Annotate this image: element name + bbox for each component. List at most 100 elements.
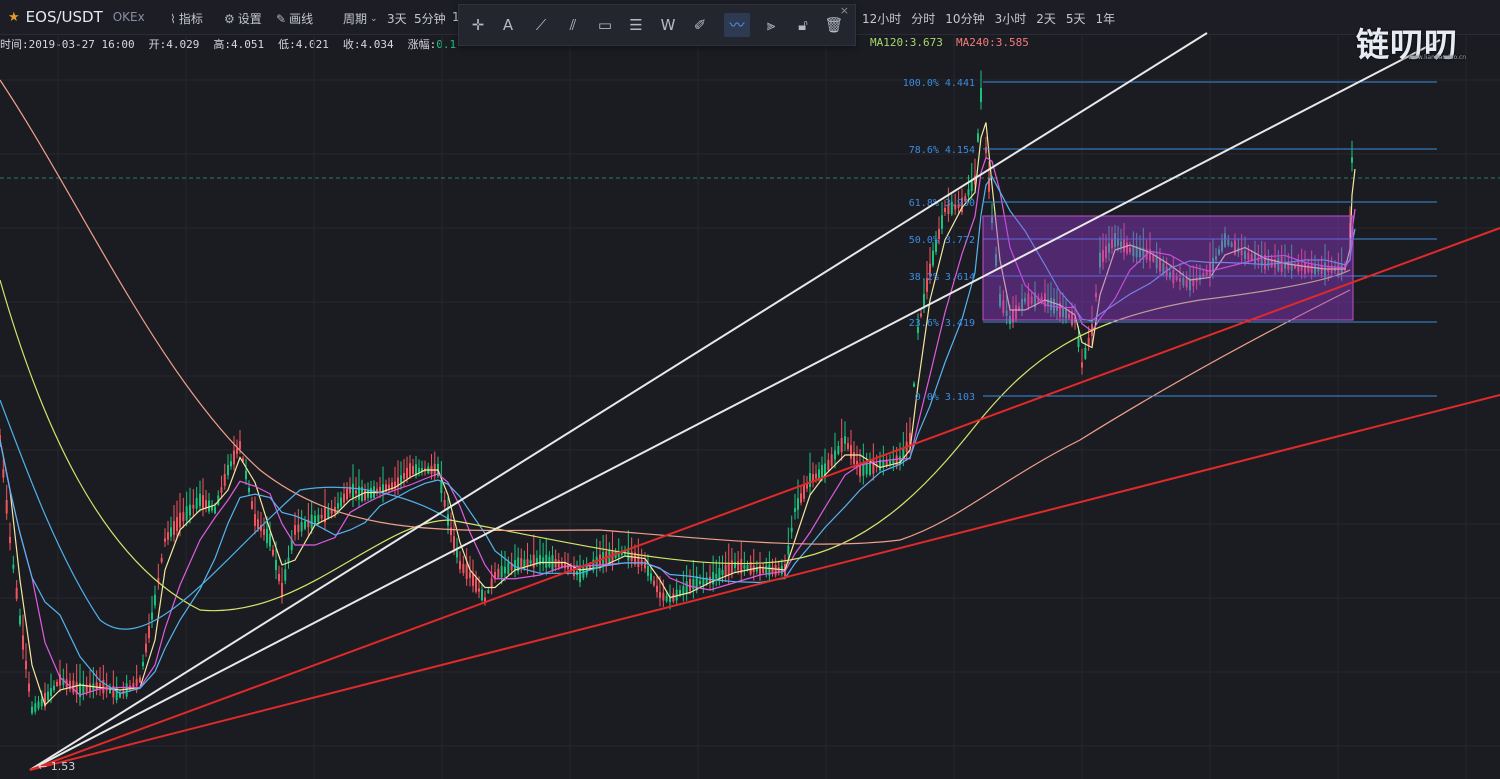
candle-body: [809, 473, 811, 487]
candle-body: [310, 514, 313, 529]
candle-body: [251, 501, 253, 509]
candle-body: [585, 565, 588, 575]
candle-body: [254, 514, 256, 526]
candle-body: [352, 483, 354, 499]
candle-body: [1087, 337, 1090, 346]
candle-body: [284, 569, 287, 581]
candle-body: [889, 460, 891, 465]
close-icon[interactable]: ×: [840, 4, 849, 17]
candle-body: [665, 595, 668, 602]
candle-body: [56, 681, 58, 687]
candle-body: [724, 564, 727, 577]
candle-body: [294, 525, 296, 535]
candle-body: [830, 454, 833, 466]
candle-body: [478, 588, 480, 592]
candle-body: [355, 490, 357, 494]
candle-body: [734, 561, 736, 569]
fib-level-label: 38.2% 3.614: [909, 272, 975, 283]
price-chart[interactable]: 100.0% 4.44178.6% 4.15461.8% 3.93050.0% …: [0, 0, 1500, 779]
measure-tool-icon[interactable]: ⫸: [758, 13, 784, 37]
candle-body: [179, 512, 181, 528]
fib-level-label: 23.6% 3.419: [909, 318, 975, 329]
candle-body: [500, 565, 503, 578]
candle-body: [19, 615, 21, 625]
watermark-logo: 链叨叨 www.liandaodao.cn: [1356, 18, 1466, 66]
candle-body: [834, 450, 836, 460]
candle-body: [647, 566, 649, 576]
candle-body: [189, 504, 191, 516]
candle-body: [164, 538, 166, 542]
candle-body: [160, 558, 163, 562]
candle-body: [409, 463, 411, 477]
candle-body: [837, 445, 840, 455]
parallel-channel-tool-icon[interactable]: ⫽: [560, 13, 586, 37]
candle-body: [507, 562, 510, 575]
candle-body: [223, 474, 226, 486]
candle-body: [317, 514, 320, 522]
candle-body: [182, 512, 185, 522]
candle-body: [340, 497, 342, 507]
candle-body: [314, 515, 316, 525]
candle-body: [450, 527, 452, 536]
lock-icon[interactable]: 🔓︎: [790, 13, 816, 37]
ruler-tool-icon[interactable]: ✐: [687, 13, 713, 37]
candle-body: [675, 589, 678, 601]
candle-body: [545, 554, 548, 568]
candle-body: [202, 495, 204, 509]
candle-body: [453, 536, 455, 549]
candle-body: [840, 437, 843, 453]
candle-body: [727, 562, 730, 575]
candle-body: [523, 559, 526, 567]
candle-body: [34, 703, 37, 712]
crosshair-tool-icon[interactable]: ✛: [465, 13, 491, 37]
candle-body: [257, 519, 259, 529]
candle-body: [913, 383, 915, 387]
candle-body: [195, 497, 198, 509]
low-price-marker: ← 1.53: [38, 760, 75, 773]
candle-body: [759, 564, 761, 576]
candle-body: [529, 560, 532, 564]
candle-body: [554, 558, 557, 568]
candle-body: [844, 436, 846, 444]
candle-body: [456, 550, 458, 558]
candle-body: [167, 532, 169, 540]
candle-body: [31, 706, 33, 714]
fib-level-label: 50.0% 3.772: [909, 235, 975, 246]
candle-body: [115, 686, 118, 701]
candle-body: [557, 560, 560, 568]
candle-body: [985, 147, 987, 153]
candle-body: [173, 521, 175, 535]
trendline-white-lower: [29, 39, 1441, 771]
candle-body: [743, 565, 746, 569]
candle-body: [481, 589, 483, 601]
candle-body: [443, 500, 446, 507]
candle-body: [89, 683, 91, 692]
candle-body: [406, 467, 408, 479]
rectangle-tool-icon[interactable]: ▭: [592, 13, 618, 37]
wave-tool-icon[interactable]: W: [655, 13, 681, 37]
candle-body: [170, 527, 172, 537]
candle-body: [1084, 347, 1087, 359]
candle-body: [12, 564, 15, 569]
candle-body: [490, 578, 493, 589]
text-tool-icon[interactable]: A: [495, 13, 521, 37]
candle-body: [797, 498, 799, 510]
candle-body: [980, 88, 982, 102]
trend-line-tool-icon[interactable]: ⟋: [528, 13, 554, 37]
candle-body: [774, 564, 777, 576]
candle-body: [135, 679, 138, 686]
consolidation-box: [982, 215, 1354, 321]
candle-body: [1351, 157, 1353, 163]
fib-retracement-tool-icon[interactable]: ☰: [623, 13, 649, 37]
trendline-red-lower: [29, 394, 1500, 771]
candle-body: [672, 593, 675, 602]
brush-tool-icon[interactable]: 〰: [724, 13, 750, 37]
candle-body: [230, 461, 232, 467]
candle-body: [815, 473, 817, 479]
candle-body: [320, 514, 323, 519]
candle-body: [567, 564, 569, 570]
candle-body: [145, 643, 147, 653]
candle-body: [462, 563, 465, 573]
candle-body: [154, 594, 156, 606]
candle-body: [920, 313, 922, 317]
